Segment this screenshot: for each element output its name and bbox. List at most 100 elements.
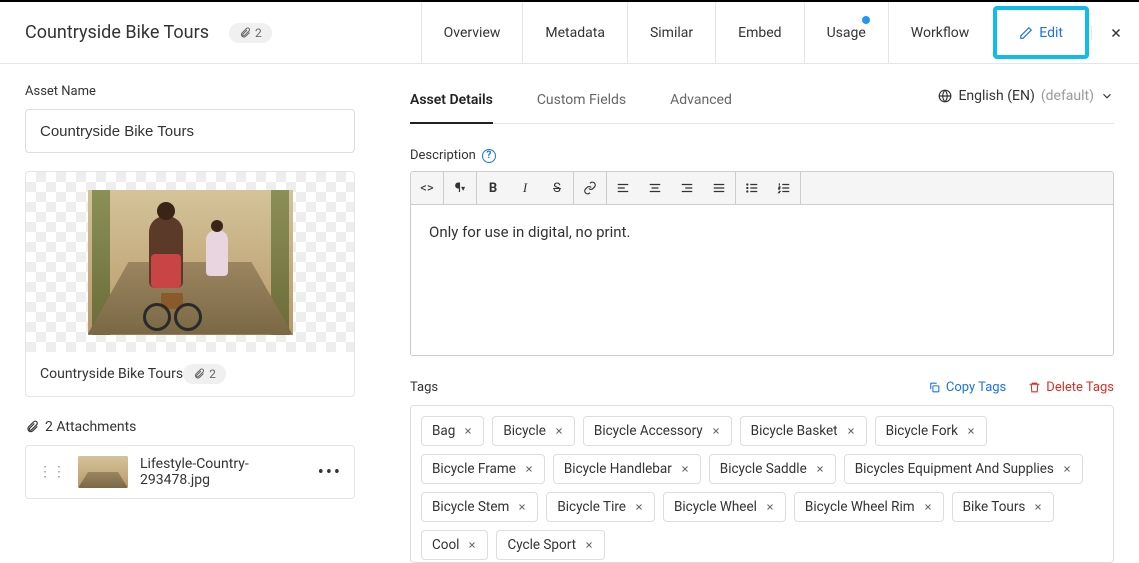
- bullet-list-icon: [745, 181, 759, 195]
- attachment-row[interactable]: ⋮⋮ Lifestyle-Country-293478.jpg •••: [25, 445, 355, 499]
- remove-tag-icon[interactable]: [711, 426, 721, 436]
- tag[interactable]: Bicycle Fork: [875, 416, 987, 446]
- remove-tag-icon[interactable]: [584, 540, 594, 550]
- remove-tag-icon[interactable]: [554, 426, 564, 436]
- tag-label: Cycle Sport: [507, 537, 576, 553]
- link-icon: [583, 181, 597, 195]
- tab-embed[interactable]: Embed: [715, 2, 803, 63]
- align-right-icon: [680, 181, 694, 195]
- tag[interactable]: Bicycle Saddle: [709, 454, 836, 484]
- tag[interactable]: Bicycle Handlebar: [553, 454, 701, 484]
- tab-edit[interactable]: Edit: [993, 6, 1089, 59]
- close-button[interactable]: [1091, 26, 1139, 40]
- attachment-count-pill[interactable]: 2: [229, 23, 272, 43]
- asset-name-label: Asset Name: [25, 84, 355, 99]
- tags-label: Tags: [410, 380, 438, 395]
- strikethrough-button[interactable]: S: [541, 172, 573, 204]
- more-button[interactable]: •••: [318, 462, 342, 483]
- language-name: English (EN): [958, 88, 1034, 104]
- tab-usage[interactable]: Usage: [804, 2, 888, 63]
- remove-tag-icon[interactable]: [846, 426, 856, 436]
- tab-similar[interactable]: Similar: [627, 2, 715, 63]
- asset-preview-card[interactable]: Countryside Bike Tours 2: [25, 171, 355, 397]
- delete-tags-button[interactable]: Delete Tags: [1028, 380, 1114, 395]
- tag[interactable]: Bicycle Basket: [740, 416, 867, 446]
- description-textarea[interactable]: Only for use in digital, no print.: [411, 205, 1113, 355]
- align-center-button[interactable]: [639, 172, 671, 204]
- tag-label: Bicycle Tire: [557, 499, 626, 515]
- link-button[interactable]: [574, 172, 606, 204]
- remove-tag-icon[interactable]: [463, 426, 473, 436]
- tags-container[interactable]: Bag Bicycle Bicycle Accessory Bicycle Baske…: [410, 405, 1114, 563]
- attachment-thumbnail: [78, 456, 128, 488]
- align-justify-button[interactable]: [703, 172, 735, 204]
- tag[interactable]: Cool: [421, 530, 488, 560]
- tag[interactable]: Bag: [421, 416, 484, 446]
- tag[interactable]: Bicycle Tire: [546, 492, 655, 522]
- code-view-button[interactable]: <>: [411, 172, 443, 204]
- remove-tag-icon[interactable]: [524, 464, 534, 474]
- remove-tag-icon[interactable]: [765, 502, 775, 512]
- tag[interactable]: Bicycles Equipment And Supplies: [844, 454, 1083, 484]
- align-left-icon: [616, 181, 630, 195]
- description-editor: <> ¶▾ B I S: [410, 171, 1114, 356]
- tag-label: Bicycle Wheel Rim: [805, 499, 915, 515]
- tag[interactable]: Bicycle Stem: [421, 492, 538, 522]
- remove-tag-icon[interactable]: [815, 464, 825, 474]
- preview-attach-count: 2: [209, 367, 216, 381]
- ordered-list-button[interactable]: [768, 172, 800, 204]
- tag-label: Bicycle Accessory: [594, 423, 703, 439]
- tag[interactable]: Bicycle Wheel Rim: [794, 492, 944, 522]
- paperclip-icon: [193, 368, 205, 380]
- remove-tag-icon[interactable]: [1062, 464, 1072, 474]
- subtab-custom-fields[interactable]: Custom Fields: [537, 84, 626, 123]
- align-center-icon: [648, 181, 662, 195]
- bold-button[interactable]: B: [477, 172, 509, 204]
- italic-button[interactable]: I: [509, 172, 541, 204]
- tag-label: Bicycle: [503, 423, 546, 439]
- page-title: Countryside Bike Tours: [25, 22, 209, 43]
- tag[interactable]: Bicycle Accessory: [583, 416, 732, 446]
- asset-preview-image: [26, 172, 354, 352]
- drag-handle-icon[interactable]: ⋮⋮: [38, 464, 66, 480]
- tab-workflow[interactable]: Workflow: [888, 2, 992, 63]
- remove-tag-icon[interactable]: [517, 502, 527, 512]
- tab-overview[interactable]: Overview: [421, 2, 523, 63]
- subtab-asset-details[interactable]: Asset Details: [410, 84, 493, 124]
- tag-label: Bike Tours: [963, 499, 1026, 515]
- copy-tags-button[interactable]: Copy Tags: [928, 380, 1006, 395]
- align-justify-icon: [712, 181, 726, 195]
- help-icon[interactable]: ?: [482, 149, 496, 163]
- tag-label: Bicycle Saddle: [720, 461, 807, 477]
- remove-tag-icon[interactable]: [467, 540, 477, 550]
- bullet-list-button[interactable]: [736, 172, 768, 204]
- remove-tag-icon[interactable]: [634, 502, 644, 512]
- tag[interactable]: Cycle Sport: [496, 530, 605, 560]
- align-left-button[interactable]: [607, 172, 639, 204]
- tag-label: Cool: [432, 537, 459, 553]
- subtab-advanced[interactable]: Advanced: [670, 84, 732, 123]
- tag-label: Bicycle Basket: [751, 423, 838, 439]
- language-selector[interactable]: English (EN) (default): [938, 88, 1114, 104]
- tag[interactable]: Bike Tours: [952, 492, 1055, 522]
- attachments-label: 2 Attachments: [45, 419, 136, 435]
- remove-tag-icon[interactable]: [1033, 502, 1043, 512]
- tag[interactable]: Bicycle Wheel: [663, 492, 786, 522]
- remove-tag-icon[interactable]: [680, 464, 690, 474]
- align-right-button[interactable]: [671, 172, 703, 204]
- tab-metadata[interactable]: Metadata: [522, 2, 627, 63]
- language-default: (default): [1041, 88, 1094, 104]
- paragraph-format-button[interactable]: ¶▾: [444, 172, 476, 204]
- tab-edit-label: Edit: [1039, 25, 1063, 41]
- remove-tag-icon[interactable]: [923, 502, 933, 512]
- pencil-icon: [1019, 26, 1033, 40]
- delete-tags-label: Delete Tags: [1046, 380, 1114, 395]
- copy-tags-label: Copy Tags: [946, 380, 1006, 395]
- tag[interactable]: Bicycle: [492, 416, 575, 446]
- tag-label: Bicycles Equipment And Supplies: [855, 461, 1054, 477]
- asset-name-input[interactable]: [25, 109, 355, 153]
- remove-tag-icon[interactable]: [966, 426, 976, 436]
- attachments-header: 2 Attachments: [25, 419, 355, 435]
- tag[interactable]: Bicycle Frame: [421, 454, 545, 484]
- close-icon: [1109, 26, 1123, 40]
